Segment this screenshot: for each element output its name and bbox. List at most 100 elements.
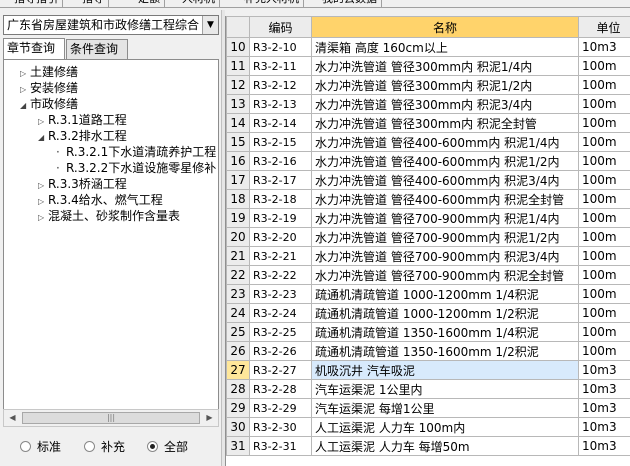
- library-select[interactable]: 广东省房屋建筑和市政修缮工程综合 ▼: [3, 15, 219, 35]
- table-row[interactable]: 23 R3-2-23 疏通机清疏管道 1000-1200mm 1/4积泥 100m: [226, 284, 630, 304]
- tree-node[interactable]: ▷ 混凝土、砂浆制作含量表: [38, 208, 180, 224]
- cell-name: 水力冲洗管道 管径300mm内 积泥全封管: [311, 113, 579, 133]
- scroll-right-icon[interactable]: ▶: [201, 410, 218, 426]
- cell-name: 汽车运渠泥 1公里内: [311, 379, 579, 399]
- scrollbar-thumb[interactable]: |||: [22, 412, 200, 424]
- cell-unit: 100m: [578, 227, 630, 247]
- cell-unit: 100m: [578, 56, 630, 76]
- tab-label: 章节查询: [7, 41, 56, 55]
- row-number: 13: [226, 94, 250, 114]
- chapter-tree: ▷ 土建修缮 ▷ 安装修缮 ◢ 市政修缮 ▷ R.3.1道路工程 ◢ R.3.2排水工程 · R.3.…: [3, 59, 219, 427]
- header-code[interactable]: 编码: [249, 16, 312, 38]
- cell-name: 水力冲洗管道 管径400-600mm内 积泥1/4内: [311, 132, 579, 152]
- tree-node[interactable]: · R.3.2.2下水道设施零星修补: [56, 160, 216, 176]
- tree-node-label: 土建修缮: [30, 65, 79, 79]
- row-number: 17: [226, 170, 250, 190]
- cell-code: R3-2-31: [249, 436, 312, 456]
- cell-code: R3-2-30: [249, 417, 312, 437]
- tree-node[interactable]: ▷ R.3.4给水、燃气工程: [38, 192, 163, 208]
- tree-node[interactable]: ▷ 安装修缮: [20, 80, 78, 96]
- cell-name: 水力冲洗管道 管径700-900mm内 积泥1/4内: [311, 208, 579, 228]
- table-row[interactable]: 31 R3-2-31 人工运渠泥 人力车 每增50m 10m3: [226, 436, 630, 456]
- tree-node[interactable]: · R.3.2.1下水道清疏养护工程: [56, 144, 216, 160]
- table-row[interactable]: 24 R3-2-24 疏通机清疏管道 1000-1200mm 1/2积泥 100m: [226, 303, 630, 323]
- filter-standard-radio[interactable]: 标准: [20, 438, 61, 456]
- tree-node[interactable]: ◢ 市政修缮: [20, 96, 78, 112]
- table-row[interactable]: 12 R3-2-12 水力冲洗管道 管径300mm内 积泥1/2内 100m: [226, 75, 630, 95]
- table-row[interactable]: 25 R3-2-25 疏通机清疏管道 1350-1600mm 1/4积泥 100m: [226, 322, 630, 342]
- cell-unit: 10m3: [578, 360, 630, 380]
- filter-supplement-radio[interactable]: 补充: [84, 438, 125, 456]
- header-name[interactable]: 名称: [311, 16, 579, 38]
- tree-horizontal-scrollbar[interactable]: ◀ ||| ▶: [3, 409, 219, 427]
- table-row[interactable]: 21 R3-2-21 水力冲洗管道 管径700-900mm内 积泥3/4内 100m: [226, 246, 630, 266]
- chevron-down-icon[interactable]: ▼: [202, 16, 218, 34]
- header-unit[interactable]: 单位: [578, 16, 630, 38]
- tree-node-label: R.3.3桥涵工程: [48, 177, 127, 191]
- top-tab[interactable]: 指导指引: [10, 0, 63, 7]
- cell-code: R3-2-12: [249, 75, 312, 95]
- tab-condition-query[interactable]: 条件查询: [66, 39, 128, 59]
- cell-name: 人工运渠泥 人力车 100m内: [311, 417, 579, 437]
- cell-code: R3-2-15: [249, 132, 312, 152]
- table-row[interactable]: 22 R3-2-22 水力冲洗管道 管径700-900mm内 积泥全封管 100m: [226, 265, 630, 285]
- cell-unit: 100m: [578, 132, 630, 152]
- table-row[interactable]: 13 R3-2-13 水力冲洗管道 管径300mm内 积泥3/4内 100m: [226, 94, 630, 114]
- collapse-icon[interactable]: ◢: [38, 130, 48, 146]
- cell-unit: 100m: [578, 94, 630, 114]
- table-row[interactable]: 11 R3-2-11 水力冲洗管道 管径300mm内 积泥1/4内 100m: [226, 56, 630, 76]
- tree-node-label: R.3.1道路工程: [48, 113, 127, 127]
- table-row[interactable]: 29 R3-2-29 汽车运渠泥 每增1公里 10m3: [226, 398, 630, 418]
- filter-all-radio[interactable]: 全部: [147, 438, 188, 456]
- row-number: 25: [226, 322, 250, 342]
- row-number: 16: [226, 151, 250, 171]
- top-tab[interactable]: 补充人材机: [240, 0, 304, 7]
- bullet-icon: ·: [56, 145, 60, 159]
- radio-label: 标准: [37, 440, 62, 454]
- table-row[interactable]: 18 R3-2-18 水力冲洗管道 管径400-600mm内 积泥全封管 100m: [226, 189, 630, 209]
- cell-unit: 100m: [578, 189, 630, 209]
- cell-unit: 100m: [578, 113, 630, 133]
- cell-code: R3-2-17: [249, 170, 312, 190]
- cell-unit: 100m: [578, 208, 630, 228]
- cell-code: R3-2-13: [249, 94, 312, 114]
- quota-grid: 编码 名称 单位 10 R3-2-10 清渠箱 高度 160cm以上 10m3 11 R3…: [225, 16, 630, 466]
- top-tab[interactable]: 指导: [78, 0, 109, 7]
- top-tab[interactable]: 定额: [134, 0, 165, 7]
- tree-node[interactable]: ◢ R.3.2排水工程: [38, 128, 127, 144]
- row-number: 27: [226, 360, 250, 380]
- top-tab[interactable]: 我的云数据: [318, 0, 382, 7]
- table-row[interactable]: 27 R3-2-27 机吸沉井 汽车吸泥 10m3: [226, 360, 630, 380]
- scroll-left-icon[interactable]: ◀: [4, 410, 21, 426]
- top-tab[interactable]: 人材机: [178, 0, 220, 7]
- collapse-icon[interactable]: ◢: [20, 98, 30, 114]
- library-select-value: 广东省房屋建筑和市政修缮工程综合: [7, 18, 200, 32]
- cell-name: 水力冲洗管道 管径300mm内 积泥1/4内: [311, 56, 579, 76]
- cell-code: R3-2-10: [249, 37, 312, 57]
- row-number: 20: [226, 227, 250, 247]
- table-row[interactable]: 26 R3-2-26 疏通机清疏管道 1350-1600mm 1/2积泥 100m: [226, 341, 630, 361]
- cell-unit: 10m3: [578, 417, 630, 437]
- cell-name: 水力冲洗管道 管径300mm内 积泥3/4内: [311, 94, 579, 114]
- table-row[interactable]: 14 R3-2-14 水力冲洗管道 管径300mm内 积泥全封管 100m: [226, 113, 630, 133]
- table-row[interactable]: 10 R3-2-10 清渠箱 高度 160cm以上 10m3: [226, 37, 630, 57]
- tree-node[interactable]: ▷ R.3.1道路工程: [38, 112, 127, 128]
- table-row[interactable]: 30 R3-2-30 人工运渠泥 人力车 100m内 10m3: [226, 417, 630, 437]
- row-number: 28: [226, 379, 250, 399]
- table-row[interactable]: 15 R3-2-15 水力冲洗管道 管径400-600mm内 积泥1/4内 100m: [226, 132, 630, 152]
- table-row[interactable]: 19 R3-2-19 水力冲洗管道 管径700-900mm内 积泥1/4内 100m: [226, 208, 630, 228]
- tree-node[interactable]: ▷ R.3.3桥涵工程: [38, 176, 127, 192]
- row-number: 21: [226, 246, 250, 266]
- cell-code: R3-2-25: [249, 322, 312, 342]
- tab-chapter-query[interactable]: 章节查询: [3, 38, 65, 59]
- row-number: 11: [226, 56, 250, 76]
- tree-node-label: R.3.2.1下水道清疏养护工程: [66, 145, 217, 159]
- cell-name: 疏通机清疏管道 1350-1600mm 1/2积泥: [311, 341, 579, 361]
- table-row[interactable]: 20 R3-2-20 水力冲洗管道 管径700-900mm内 积泥1/2内 100m: [226, 227, 630, 247]
- table-row[interactable]: 17 R3-2-17 水力冲洗管道 管径400-600mm内 积泥3/4内 100m: [226, 170, 630, 190]
- cell-unit: 10m3: [578, 398, 630, 418]
- expand-icon[interactable]: ▷: [38, 210, 48, 226]
- table-row[interactable]: 16 R3-2-16 水力冲洗管道 管径400-600mm内 积泥1/2内 100m: [226, 151, 630, 171]
- table-row[interactable]: 28 R3-2-28 汽车运渠泥 1公里内 10m3: [226, 379, 630, 399]
- tree-node[interactable]: ▷ 土建修缮: [20, 64, 78, 80]
